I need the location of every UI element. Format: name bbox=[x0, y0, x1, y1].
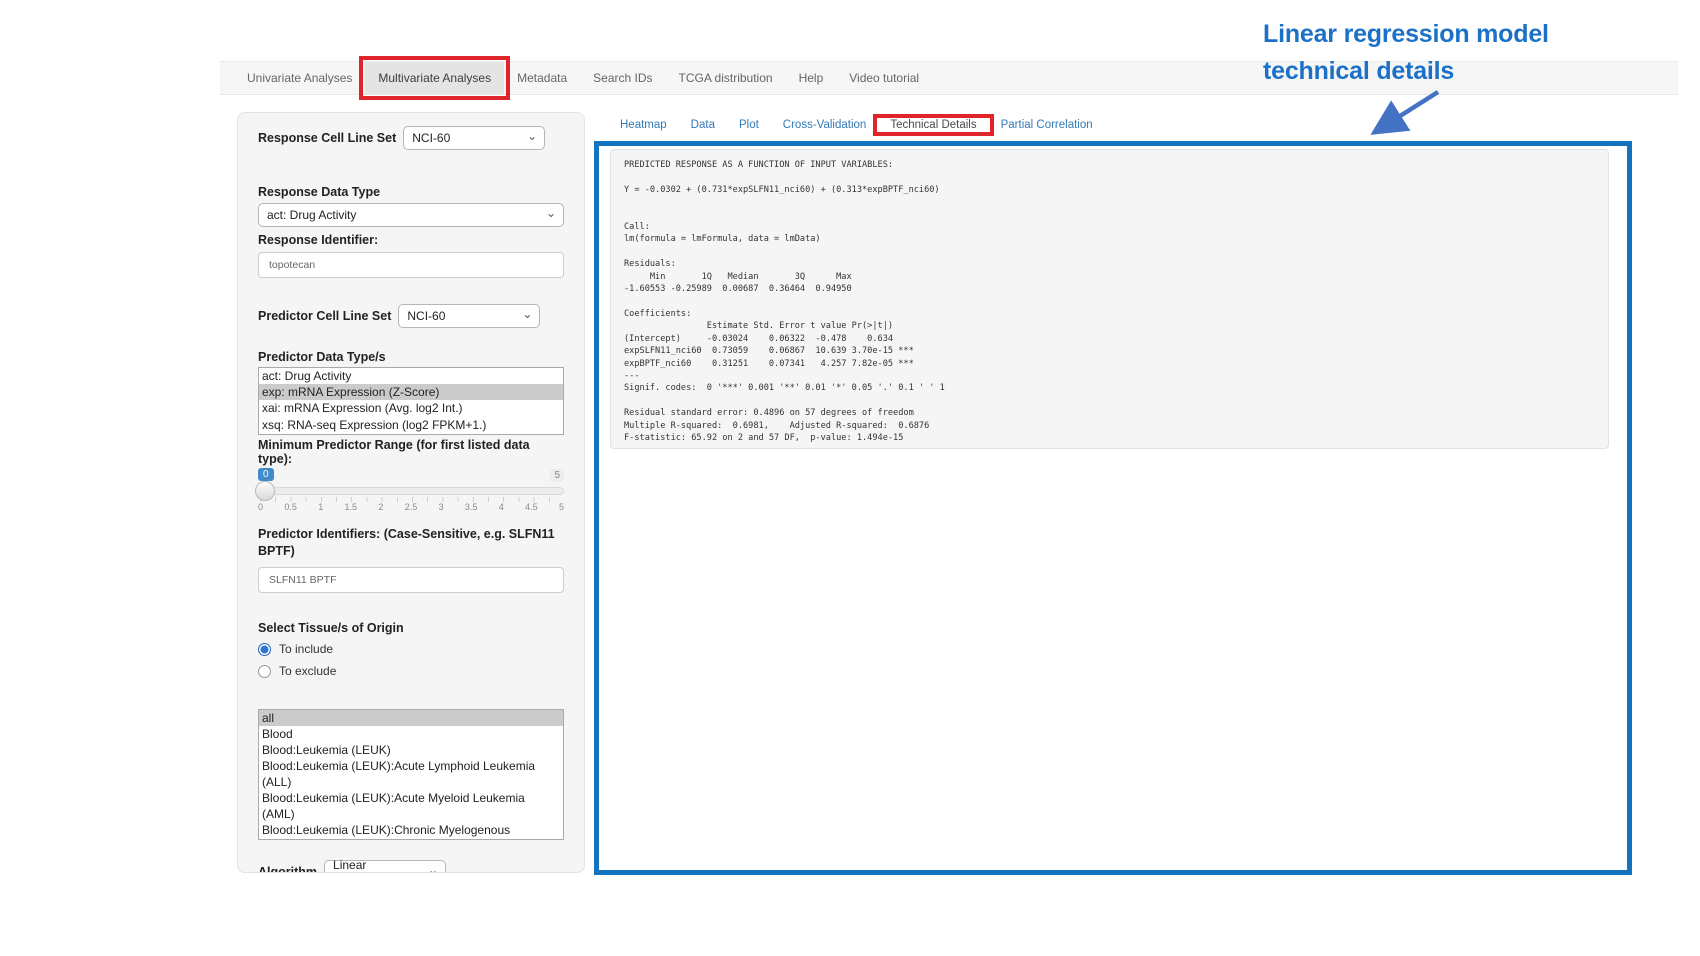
page: Univariate Analyses Multivariate Analyse… bbox=[0, 0, 1700, 956]
slider-tick-label: 1 bbox=[318, 502, 323, 512]
tissue-option[interactable]: Blood:Leukemia (LEUK):Chronic Myelogenou… bbox=[259, 822, 563, 840]
predictor-identifiers-label: Predictor Identifiers: (Case-Sensitive, … bbox=[258, 526, 564, 560]
tissue-option[interactable]: all bbox=[259, 710, 563, 726]
tab-data[interactable]: Data bbox=[679, 119, 727, 131]
predictor-data-types-label: Predictor Data Type/s bbox=[258, 350, 564, 364]
response-data-type-value: act: Drug Activity bbox=[267, 208, 356, 222]
predictor-data-type-option[interactable]: exp: mRNA Expression (Z-Score) bbox=[259, 384, 563, 400]
chevron-down-icon: ⌄ bbox=[428, 864, 438, 873]
result-tabs: Heatmap Data Plot Cross-Validation Techn… bbox=[608, 112, 1105, 138]
slider-tick-label: 2 bbox=[378, 502, 383, 512]
tissue-option[interactable]: Blood:Leukemia (LEUK):Acute Myeloid Leuk… bbox=[259, 790, 563, 822]
response-identifier-input[interactable] bbox=[258, 252, 564, 278]
nav-multivariate-analyses[interactable]: Multivariate Analyses bbox=[365, 62, 504, 94]
slider-tick-labels: 0 0.5 1 1.5 2 2.5 3 3.5 4 4.5 5 bbox=[258, 502, 564, 512]
nav-metadata[interactable]: Metadata bbox=[504, 62, 580, 94]
slider-tick-label: 0 bbox=[258, 502, 263, 512]
predictor-data-type-option[interactable]: xsq: RNA-seq Expression (log2 FPKM+1.) bbox=[259, 417, 563, 433]
tissue-option[interactable]: Blood:Leukemia (LEUK):Acute Lymphoid Leu… bbox=[259, 758, 563, 790]
min-predictor-range-label: Minimum Predictor Range (for first liste… bbox=[258, 438, 564, 466]
slider-tick-label: 3 bbox=[439, 502, 444, 512]
technical-details-output: PREDICTED RESPONSE AS A FUNCTION OF INPU… bbox=[610, 149, 1609, 449]
tab-heatmap[interactable]: Heatmap bbox=[608, 119, 679, 131]
sidebar-form-panel: Response Cell Line Set NCI-60 ⌄ Response… bbox=[237, 112, 585, 873]
nav-univariate-analyses[interactable]: Univariate Analyses bbox=[234, 62, 365, 94]
slider-tick-label: 2.5 bbox=[405, 502, 418, 512]
annotation-title-line2: technical details bbox=[1263, 53, 1700, 90]
nav-help[interactable]: Help bbox=[786, 62, 837, 94]
response-data-type-label: Response Data Type bbox=[258, 185, 564, 199]
tissue-option[interactable]: Blood bbox=[259, 726, 563, 742]
nav-tcga-distribution[interactable]: TCGA distribution bbox=[666, 62, 786, 94]
predictor-cell-line-set-value: NCI-60 bbox=[407, 309, 445, 323]
slider-tick-label: 0.5 bbox=[284, 502, 297, 512]
tissue-origin-listbox[interactable]: allBloodBlood:Leukemia (LEUK)Blood:Leuke… bbox=[258, 709, 564, 840]
slider-handle[interactable] bbox=[255, 481, 275, 501]
algorithm-select[interactable]: Linear Regression ⌄ bbox=[324, 860, 446, 873]
radio-selected-icon bbox=[258, 643, 271, 656]
chevron-down-icon: ⌄ bbox=[527, 130, 537, 142]
annotation-arrow-icon bbox=[1362, 88, 1446, 140]
slider-track[interactable] bbox=[258, 487, 564, 495]
predictor-data-type-option[interactable]: xai: mRNA Expression (Avg. log2 Int.) bbox=[259, 400, 563, 416]
response-cell-line-set-select[interactable]: NCI-60 ⌄ bbox=[403, 126, 545, 150]
predictor-data-types-listbox[interactable]: act: Drug Activityexp: mRNA Expression (… bbox=[258, 367, 564, 435]
radio-to-exclude-label: To exclude bbox=[279, 664, 336, 678]
slider-tick-label: 5 bbox=[559, 502, 564, 512]
algorithm-label: Algorithm bbox=[258, 865, 317, 873]
chevron-down-icon: ⌄ bbox=[546, 207, 556, 219]
tab-cross-validation[interactable]: Cross-Validation bbox=[771, 119, 879, 131]
response-data-type-select[interactable]: act: Drug Activity ⌄ bbox=[258, 203, 564, 227]
radio-to-include-label: To include bbox=[279, 642, 333, 656]
tab-plot[interactable]: Plot bbox=[727, 119, 771, 131]
predictor-cell-line-set-select[interactable]: NCI-60 ⌄ bbox=[398, 304, 540, 328]
tissue-option[interactable]: Blood:Leukemia (LEUK) bbox=[259, 742, 563, 758]
tab-partial-correlation[interactable]: Partial Correlation bbox=[989, 119, 1105, 131]
nav-search-ids[interactable]: Search IDs bbox=[580, 62, 665, 94]
slider-tick-label: 4.5 bbox=[525, 502, 538, 512]
slider-max-label: 5 bbox=[550, 469, 564, 482]
tissue-origin-label: Select Tissue/s of Origin bbox=[258, 621, 564, 635]
predictor-identifiers-input[interactable] bbox=[258, 567, 564, 593]
min-predictor-range-slider: 0 5 0 0.5 1 1.5 2 2.5 3 3.5 4 4.5 5 bbox=[258, 468, 564, 516]
annotation-title-line1: Linear regression model bbox=[1263, 16, 1700, 53]
annotation-title: Linear regression model technical detail… bbox=[1263, 16, 1700, 90]
predictor-data-type-option[interactable]: act: Drug Activity bbox=[259, 368, 563, 384]
slider-tick-label: 4 bbox=[499, 502, 504, 512]
slider-tick-label: 3.5 bbox=[465, 502, 478, 512]
algorithm-value: Linear Regression bbox=[333, 858, 428, 873]
radio-to-exclude[interactable]: To exclude bbox=[258, 664, 564, 678]
radio-unselected-icon bbox=[258, 665, 271, 678]
tab-technical-details[interactable]: Technical Details bbox=[878, 119, 988, 131]
response-cell-line-set-value: NCI-60 bbox=[412, 131, 450, 145]
nav-video-tutorial[interactable]: Video tutorial bbox=[836, 62, 932, 94]
response-cell-line-set-label: Response Cell Line Set bbox=[258, 131, 396, 145]
slider-tick-label: 1.5 bbox=[345, 502, 358, 512]
predictor-cell-line-set-label: Predictor Cell Line Set bbox=[258, 309, 391, 323]
chevron-down-icon: ⌄ bbox=[522, 308, 532, 320]
slider-value-badge: 0 bbox=[258, 468, 274, 481]
response-identifier-label: Response Identifier: bbox=[258, 233, 564, 247]
radio-to-include[interactable]: To include bbox=[258, 642, 564, 656]
